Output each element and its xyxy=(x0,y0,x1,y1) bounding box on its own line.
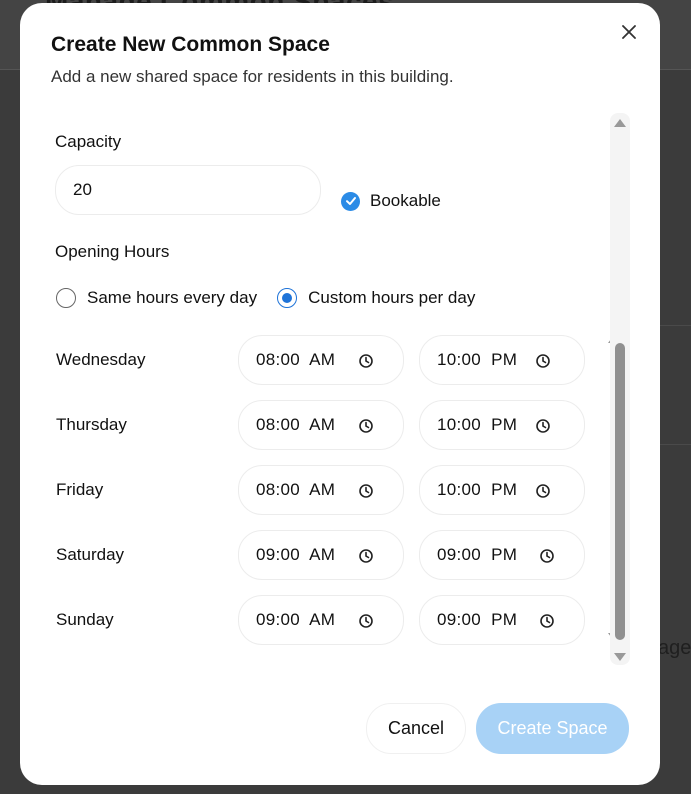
clock-icon xyxy=(359,549,373,563)
open-time-value: 09:00 AM xyxy=(256,545,336,564)
scroll-up-arrow-icon[interactable] xyxy=(614,119,626,127)
open-time-input[interactable]: 08:00 AM xyxy=(238,335,404,385)
day-name: Friday xyxy=(56,480,104,499)
dialog-scroll-thumb[interactable] xyxy=(615,343,625,640)
open-time-value: 08:00 AM xyxy=(256,480,336,499)
radio-checked-icon xyxy=(277,288,298,308)
day-name: Wednesday xyxy=(56,350,146,369)
open-time-input[interactable]: 09:00 AM xyxy=(238,530,404,580)
capacity-input[interactable] xyxy=(55,165,321,215)
clock-icon xyxy=(359,484,373,498)
day-row-saturday: Saturday 09:00 AM 09:00 PM xyxy=(40,530,608,580)
close-time-input[interactable]: 09:00 PM xyxy=(419,595,585,645)
close-time-input[interactable]: 10:00 PM xyxy=(419,465,585,515)
open-time-input[interactable]: 08:00 AM xyxy=(238,400,404,450)
create-space-dialog: Create New Common Space Add a new shared… xyxy=(20,3,660,785)
clock-icon xyxy=(359,354,373,368)
open-time-value: 09:00 AM xyxy=(256,610,336,629)
close-icon xyxy=(622,25,636,39)
close-button[interactable] xyxy=(616,19,642,45)
open-time-input[interactable]: 08:00 AM xyxy=(238,465,404,515)
close-time-value: 09:00 PM xyxy=(437,610,518,629)
day-row-thursday: Thursday 08:00 AM 10:00 PM xyxy=(40,400,608,450)
clock-icon xyxy=(359,419,373,433)
radio-label: Same hours every day xyxy=(87,288,258,307)
day-row-sunday: Sunday 09:00 AM 09:00 PM xyxy=(40,595,608,645)
clock-icon xyxy=(536,354,550,368)
day-row-wednesday: Wednesday 08:00 AM 10:00 PM xyxy=(40,335,608,385)
dialog-scrollbar[interactable] xyxy=(610,113,630,665)
open-time-input[interactable]: 09:00 AM xyxy=(238,595,404,645)
radio-custom-hours[interactable]: Custom hours per day xyxy=(277,288,475,308)
open-time-value: 08:00 AM xyxy=(256,350,336,369)
day-name: Sunday xyxy=(56,610,114,629)
dialog-title: Create New Common Space xyxy=(51,33,330,56)
daily-hours-list[interactable]: Wednesday 08:00 AM 10:00 PM Thursday 08:… xyxy=(40,335,608,665)
close-time-value: 10:00 PM xyxy=(437,415,518,434)
create-space-button[interactable]: Create Space xyxy=(476,703,629,754)
day-row-friday: Friday 08:00 AM 10:00 PM xyxy=(40,465,608,515)
radio-unchecked-icon xyxy=(56,288,76,308)
background-partial-text: age xyxy=(658,637,691,659)
bookable-checkbox[interactable]: Bookable xyxy=(341,191,441,211)
close-time-input[interactable]: 09:00 PM xyxy=(419,530,585,580)
checkbox-checked-icon xyxy=(341,191,360,211)
cancel-button[interactable]: Cancel xyxy=(366,703,466,754)
close-time-input[interactable]: 10:00 PM xyxy=(419,400,585,450)
close-time-value: 09:00 PM xyxy=(437,545,518,564)
bookable-label: Bookable xyxy=(370,191,441,210)
radio-same-hours[interactable]: Same hours every day xyxy=(56,288,257,308)
open-time-value: 08:00 AM xyxy=(256,415,336,434)
day-name: Thursday xyxy=(56,415,127,434)
hours-mode-radio-group: Same hours every day Custom hours per da… xyxy=(56,288,495,308)
close-time-value: 10:00 PM xyxy=(437,480,518,499)
close-time-input[interactable]: 10:00 PM xyxy=(419,335,585,385)
capacity-label: Capacity xyxy=(55,132,122,151)
clock-icon xyxy=(536,419,550,433)
clock-icon xyxy=(540,549,554,563)
day-name: Saturday xyxy=(56,545,125,564)
scroll-down-arrow-icon[interactable] xyxy=(614,653,626,661)
clock-icon xyxy=(536,484,550,498)
radio-label: Custom hours per day xyxy=(308,288,476,307)
close-time-value: 10:00 PM xyxy=(437,350,518,369)
opening-hours-label: Opening Hours xyxy=(55,242,170,261)
clock-icon xyxy=(540,614,554,628)
clock-icon xyxy=(359,614,373,628)
dialog-subtitle: Add a new shared space for residents in … xyxy=(51,67,454,86)
dialog-scroll-area[interactable]: Capacity Bookable Opening Hours Same hou… xyxy=(40,113,630,673)
